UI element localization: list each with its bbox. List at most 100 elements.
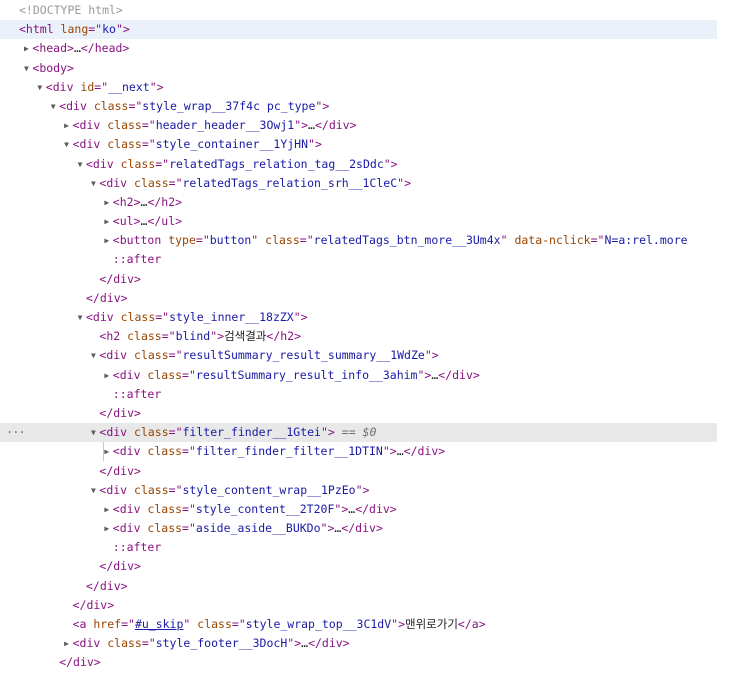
node-markup: <head>…</head>: [32, 39, 129, 58]
node-markup: <h2 class="blind">검색결과</h2>: [99, 327, 301, 346]
tag-token: =": [161, 329, 176, 344]
expanded-triangle-icon[interactable]: ▼: [48, 97, 58, 116]
expanded-triangle-icon[interactable]: ▼: [88, 174, 98, 193]
dom-node[interactable]: </div>: [0, 289, 717, 308]
tag-token: <head>: [32, 41, 74, 56]
tag-token: <div: [99, 425, 135, 440]
expanded-triangle-icon[interactable]: ▼: [21, 59, 31, 78]
tag-token: <div: [99, 348, 135, 363]
tag-token: ": [251, 233, 266, 248]
tag-token: </div>: [308, 636, 350, 651]
dom-node[interactable]: ▼ <div class="relatedTags_relation_srh__1…: [0, 174, 717, 193]
dom-node[interactable]: ▼ <div class="resultSummary_result_summar…: [0, 346, 717, 365]
dom-node[interactable]: ▶ <div class="style_footer__3DocH">…</div…: [0, 634, 717, 653]
collapsed-triangle-icon[interactable]: ▶: [102, 212, 112, 231]
dom-node[interactable]: ▶ <div class="resultSummary_result_info__…: [0, 366, 717, 385]
dom-node[interactable]: ▶ <ul>…</ul>: [0, 212, 717, 231]
collapsed-triangle-icon[interactable]: ▶: [62, 116, 72, 135]
tag-token: <div: [72, 118, 108, 133]
attribute-value: filter_finder_filter__1DTIN: [195, 444, 383, 459]
dom-node[interactable]: ▼ <body>: [0, 59, 717, 78]
dom-node[interactable]: ▶ <button type="button" class="relatedTag…: [0, 231, 717, 250]
node-markup: ::after: [113, 250, 161, 269]
tag-token: </div>: [99, 271, 141, 286]
collapsed-triangle-icon[interactable]: ▶: [102, 231, 112, 250]
tag-token: =": [128, 98, 143, 113]
dom-node[interactable]: ▼ <div class="style_wrap__37f4c pc_type">: [0, 97, 717, 116]
tag-token: <body>: [32, 60, 74, 75]
dom-node[interactable]: </div>: [0, 270, 717, 289]
dom-node[interactable]: ▼ <div class="style_container__1YjHN">: [0, 135, 717, 154]
expanded-triangle-icon[interactable]: ▼: [35, 78, 45, 97]
tag-token: <ul>: [112, 214, 141, 229]
dom-node[interactable]: ::after: [0, 385, 717, 404]
collapsed-triangle-icon[interactable]: ▶: [102, 500, 112, 519]
dom-node[interactable]: ▼ <div class="style_content_wrap__1PzEo">: [0, 481, 717, 500]
tag-token: <div: [112, 521, 148, 536]
dom-node[interactable]: </div>: [0, 596, 717, 615]
attribute-value: style_content__2T20F: [195, 501, 335, 516]
dom-node[interactable]: <html lang="ko">: [0, 20, 717, 40]
dom-node[interactable]: </div>: [0, 462, 717, 481]
collapsed-triangle-icon[interactable]: ▶: [102, 366, 112, 385]
node-markup: </div>: [86, 577, 128, 596]
tag-token: </div>: [99, 405, 141, 420]
tag-token: <div: [86, 156, 121, 171]
tag-token: </h2>: [266, 329, 302, 344]
tag-token: =": [195, 233, 210, 248]
expanded-triangle-icon[interactable]: ▼: [88, 423, 98, 442]
dom-node[interactable]: ▼ <div class="relatedTags_relation_tag__2…: [0, 155, 717, 174]
dom-node[interactable]: </div>: [0, 557, 717, 576]
dom-node[interactable]: <!DOCTYPE html>: [0, 1, 717, 20]
node-markup: </div>: [73, 596, 115, 615]
dom-node[interactable]: ▼ <div id="__next">: [0, 78, 717, 97]
tag-token: </div>: [314, 118, 357, 133]
dom-node[interactable]: ▶ <div class="aside_aside__BUKDo">…</div>: [0, 519, 717, 538]
attribute-value: aside_aside__BUKDo: [195, 521, 321, 536]
expanded-triangle-icon[interactable]: ▼: [88, 481, 98, 500]
dom-node[interactable]: ▶ <div class="filter_finder_filter__1DTIN…: [0, 442, 717, 462]
dom-node[interactable]: ▶ <head>…</head>: [0, 39, 717, 58]
node-menu-icon[interactable]: ...: [6, 423, 26, 439]
expanded-triangle-icon[interactable]: ▼: [88, 346, 98, 365]
tag-token: =": [590, 233, 605, 248]
tag-token: =": [155, 310, 170, 324]
tag-token: ">: [308, 137, 322, 152]
collapsed-triangle-icon[interactable]: ▶: [102, 193, 112, 212]
tag-token: </head>: [80, 41, 130, 56]
dom-node[interactable]: ▼ <div class="style_inner__18zZX">: [0, 308, 717, 327]
dom-node-selected[interactable]: ... ▼ <div class="filter_finder__1Gtei"> =…: [0, 423, 717, 443]
attribute-name: class: [147, 501, 183, 516]
dom-node[interactable]: </div>: [0, 404, 717, 423]
attribute-name: class: [107, 137, 142, 152]
attribute-value: style_inner__18zZX: [169, 310, 294, 324]
tag-token: ">: [294, 118, 309, 133]
dom-node[interactable]: </div>: [0, 577, 717, 596]
tag-token: ">: [320, 521, 335, 536]
node-markup: <div class="style_wrap__37f4c pc_type">: [59, 97, 329, 116]
node-markup: <body>: [32, 59, 74, 78]
tag-token: =": [88, 22, 103, 37]
dom-node[interactable]: ::after: [0, 538, 717, 557]
attribute-name: type: [168, 233, 196, 248]
tag-token: =": [155, 156, 170, 171]
node-markup: </div>: [86, 289, 128, 308]
dom-node[interactable]: <a href="#u_skip" class="style_wrap_top_…: [0, 615, 717, 634]
dom-node[interactable]: ▶ <h2>…</h2>: [0, 193, 717, 212]
dom-node[interactable]: <h2 class="blind">검색결과</h2>: [0, 327, 717, 346]
expanded-triangle-icon[interactable]: ▼: [75, 155, 85, 174]
expanded-triangle-icon[interactable]: ▼: [75, 308, 85, 327]
collapsed-triangle-icon[interactable]: ▶: [102, 519, 112, 538]
dom-node[interactable]: ▶ <div class="style_content__2T20F">…</di…: [0, 500, 717, 519]
node-markup: <!DOCTYPE html>: [19, 1, 123, 20]
collapsed-triangle-icon[interactable]: ▶: [21, 39, 31, 58]
expanded-triangle-icon[interactable]: ▼: [62, 135, 72, 154]
dom-node[interactable]: ::after: [0, 250, 717, 269]
node-markup: <div class="relatedTags_relation_srh__1C…: [99, 174, 411, 193]
tag-token: </div>: [403, 444, 446, 459]
tag-token: </div>: [99, 463, 141, 478]
dom-node[interactable]: ▶ <div class="header_header__3Owj1">…</di…: [0, 116, 717, 135]
dom-node[interactable]: </div>: [0, 653, 717, 672]
collapsed-triangle-icon[interactable]: ▶: [62, 634, 72, 653]
tag-token: </div>: [438, 367, 480, 382]
